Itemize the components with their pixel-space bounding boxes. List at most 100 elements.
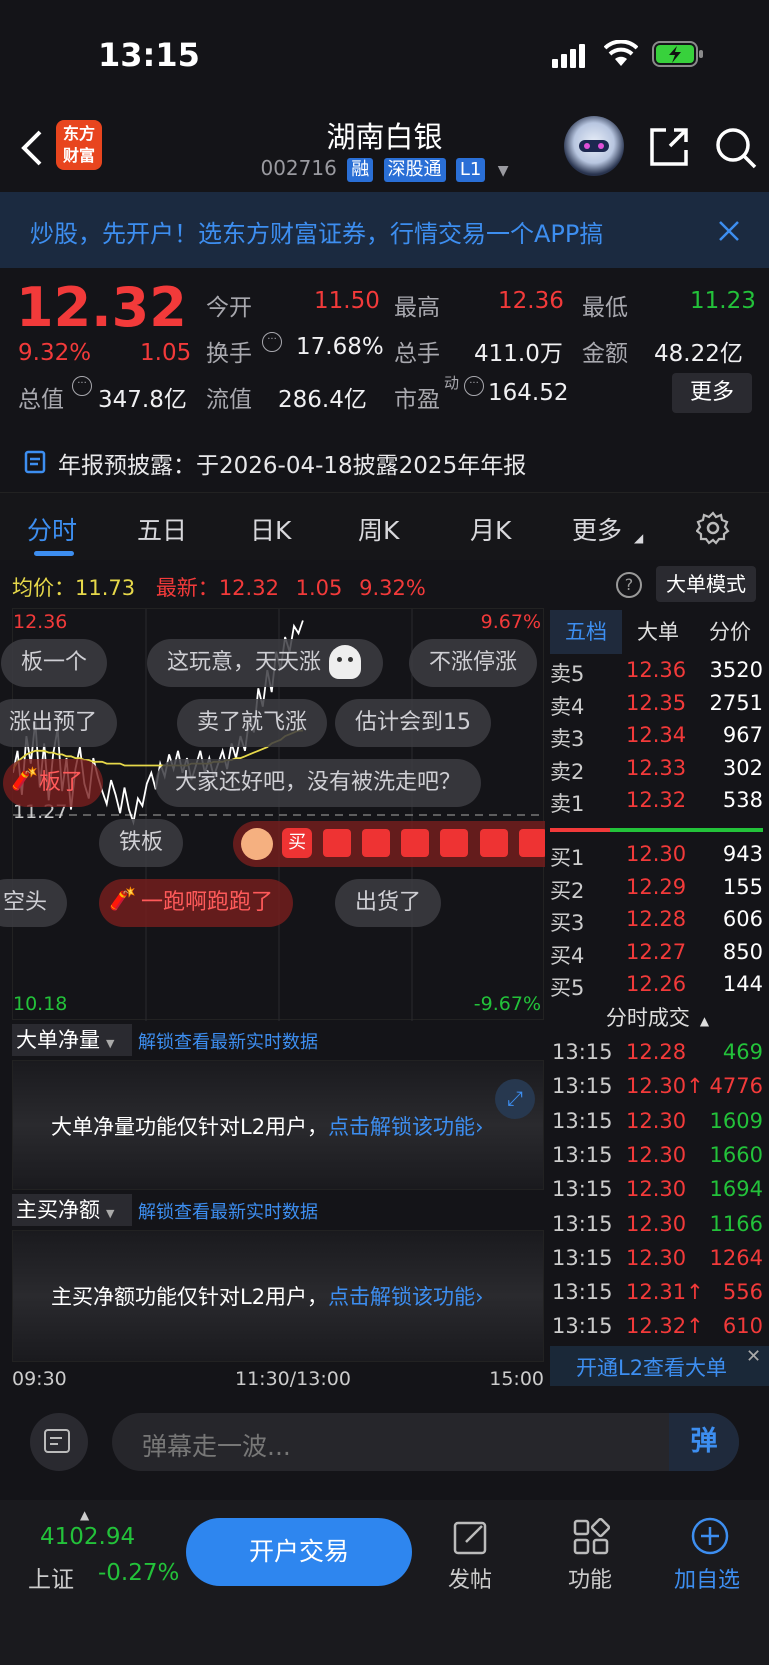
bid-level: 买5 [550,976,585,1000]
bid-volume: 606 [722,907,763,931]
indicator-selector[interactable]: 大单净量 ▼ [12,1024,132,1056]
unlock-feature-link[interactable]: 点击解锁该功能 [328,1285,475,1309]
danmaku-settings-icon[interactable] [30,1413,88,1471]
more-button[interactable]: 更多 [672,373,752,413]
trade-price: 12.28 [626,1040,687,1064]
bid-row[interactable]: 买1 12.30 943 [550,840,765,872]
tab-more[interactable]: 更多 [572,511,622,547]
nav-add-watchlist-label[interactable]: 加自选 [674,1562,740,1594]
info-dots-icon[interactable]: ··· [72,376,92,396]
nav-post-label[interactable]: 发帖 [448,1562,492,1594]
tab-price-distribution[interactable]: 分价 [694,610,766,654]
tab-daily-k[interactable]: 日K [250,511,291,547]
tab-monthly-k[interactable]: 月K [470,511,511,547]
amount-value: 48.22亿 [654,341,743,367]
compose-post-icon[interactable] [452,1518,490,1556]
bid-row[interactable]: 买3 12.28 606 [550,905,765,937]
level-tag: L1 [455,158,486,182]
volume-label: 总手 [394,341,440,367]
tab-five-day[interactable]: 五日 [137,511,187,547]
chart-period-tabs: 分时 五日 日K 周K 月K 更多 ◢ [0,492,769,560]
trade-volume: 4776 [709,1074,763,1099]
ask-row[interactable]: 卖1 12.32 538 [550,786,765,818]
annual-report-notice[interactable]: 年报预披露：于2026-04-18披露2025年年报 [0,430,769,490]
ask-level: 卖5 [550,662,585,686]
firecracker-icon: 🧨 [109,887,137,912]
unlock-hint-link[interactable]: 解锁查看最新实时数据 [138,1028,318,1054]
index-name: 上证 [28,1567,74,1593]
active-tab-indicator [34,551,74,556]
margin-tag: 融 [347,158,374,182]
ask-row[interactable]: 卖5 12.36 3520 [550,656,765,688]
last-price: 12.32 [16,276,187,339]
expand-icon[interactable]: ⤢ [495,1079,535,1119]
trade-row: 13:15 12.30 1609 [550,1107,765,1141]
pe-label: 市盈 [394,387,440,413]
add-watchlist-icon[interactable] [690,1516,730,1556]
danmaku-bullet: 估计会到15 [335,699,491,747]
dropdown-triangle-icon: ▼ [106,1207,115,1220]
bid-row[interactable]: 买5 12.26 144 [550,970,765,1002]
unlock-hint-link[interactable]: 解锁查看最新实时数据 [138,1198,318,1224]
indicator-selector[interactable]: 主买净额 ▼ [12,1194,132,1226]
last-change: 1.05 [295,576,343,600]
ask-row[interactable]: 卖2 12.33 302 [550,754,765,786]
trade-row: 13:15 12.30 1694 [550,1175,765,1209]
last-percent: 9.32% [359,576,426,600]
open-label: 今开 [206,295,252,321]
bid-volume: 850 [722,939,763,964]
search-icon[interactable] [714,126,758,170]
status-time: 13:15 [98,36,200,74]
index-ticker[interactable]: 4102.94 上证 -0.27% [28,1524,180,1604]
bid-ask-ratio-bar [550,828,763,832]
last-value: 12.32 [218,576,279,600]
info-dots-icon[interactable]: ··· [262,332,282,352]
tab-five-level[interactable]: 五档 [550,610,622,654]
unlock-feature-link[interactable]: 点击解锁该功能 [328,1115,475,1139]
bid-row[interactable]: 买2 12.29 155 [550,873,765,905]
tab-weekly-k[interactable]: 周K [358,511,399,547]
open-account-trade-button[interactable]: 开户交易 [186,1518,412,1586]
l2-upgrade-bar[interactable]: 开通L2查看大单 ✕ [550,1346,769,1386]
close-icon[interactable] [718,220,740,242]
trade-time: 13:15 [552,1280,613,1305]
ask-level: 卖1 [550,792,585,816]
bid-row[interactable]: 买4 12.27 850 [550,938,765,970]
share-icon[interactable] [648,126,690,168]
wifi-icon [604,40,638,66]
ghost-emoji-icon [329,645,361,679]
ask-row[interactable]: 卖4 12.35 2751 [550,689,765,721]
tab-intraday[interactable]: 分时 [27,511,77,547]
big-order-mode-button[interactable]: 大单模式 [656,566,756,602]
help-icon[interactable]: ? [616,572,642,598]
promo-banner[interactable]: 炒股，先开户！选东方财富证券，行情交易一个APP搞 [0,192,769,268]
trade-price: 12.30 [626,1177,687,1202]
danmaku-input[interactable]: 弹幕走一波... 弹 [112,1413,739,1471]
ask-price: 12.32 [626,788,687,812]
index-up-arrow-icon: ▲ [80,1508,90,1522]
bid-price: 12.27 [626,939,687,964]
grid-function-icon[interactable] [572,1518,610,1556]
nav-function-label[interactable]: 功能 [568,1562,612,1594]
settings-gear-icon[interactable] [696,511,730,545]
buy-badge-icon: 买 [282,828,313,858]
close-icon[interactable]: ✕ [746,1346,761,1367]
robot-avatar-icon[interactable] [564,116,624,176]
trade-row: 13:15 12.28 469 [550,1038,765,1072]
ask-row[interactable]: 卖3 12.34 967 [550,721,765,753]
index-value: 4102.94 [40,1524,136,1550]
ask-volume: 2751 [709,690,763,715]
intraday-chart[interactable]: 12.36 11.27 10.18 9.67% -9.67% 板一个 这玩意，天… [0,608,545,1021]
index-percent: -0.27% [98,1560,180,1586]
info-dots-icon[interactable]: ··· [464,376,484,396]
trade-row: 13:15 12.30 1166 [550,1210,765,1244]
trade-price: 12.30 [626,1142,687,1167]
danmaku-send-button[interactable]: 弹 [669,1413,739,1471]
locked-message: 大单净量功能仅针对L2用户，点击解锁该功能› [51,1115,484,1139]
dropdown-triangle-icon: ▼ [106,1037,115,1050]
dropdown-triangle-icon: ▼ [497,163,509,179]
bid-level: 买4 [550,943,585,968]
tab-big-order[interactable]: 大单 [622,610,694,654]
trades-header[interactable]: 分时成交 ▲ [550,1002,765,1036]
low-value: 11.23 [690,288,756,314]
